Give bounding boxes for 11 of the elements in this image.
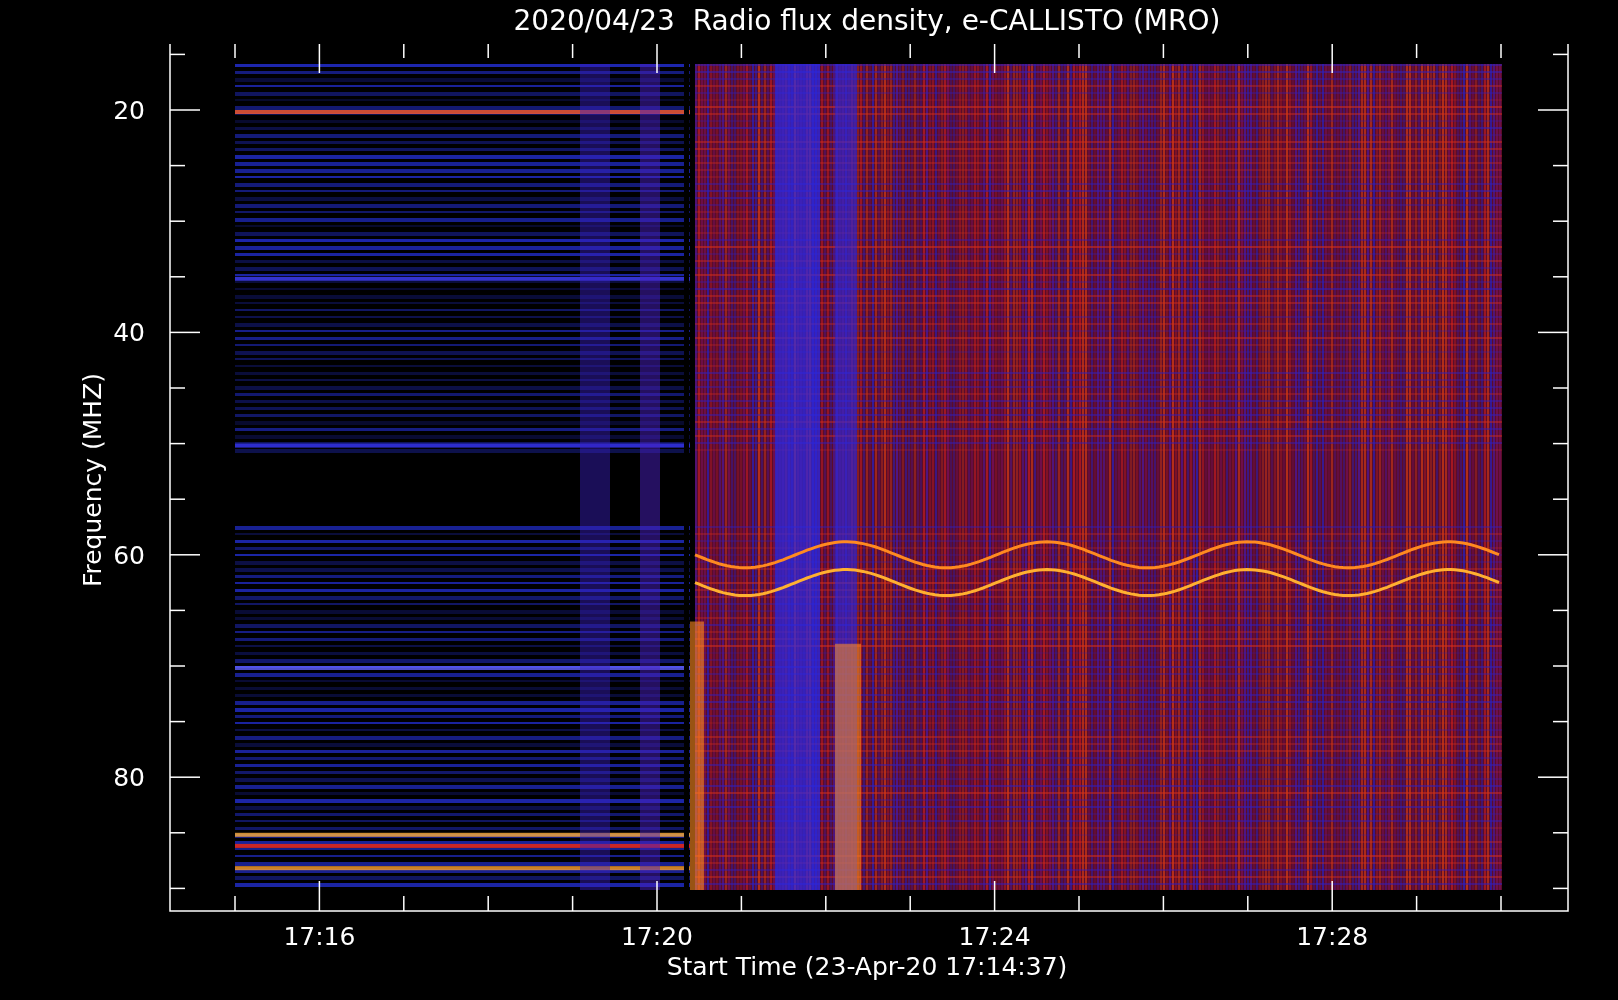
y-tick-label: 60 (113, 540, 145, 570)
y-tick-label: 20 (113, 96, 145, 125)
x-tick-label: 17:28 (1296, 922, 1369, 951)
x-axis-title: Start Time (23-Apr-20 17:14:37) (666, 952, 1068, 981)
x-tick-label: 17:24 (958, 922, 1031, 951)
y-axis-title: Frequency (MHZ) (78, 372, 107, 588)
x-tick-label: 17:16 (283, 922, 356, 951)
plot-title: 2020/04/23 Radio flux density, e-CALLISTO (MRO) (512, 3, 1222, 39)
y-tick-label: 40 (113, 318, 145, 348)
y-tick-label: 80 (113, 763, 145, 793)
x-tick-label: 17:20 (621, 922, 693, 951)
